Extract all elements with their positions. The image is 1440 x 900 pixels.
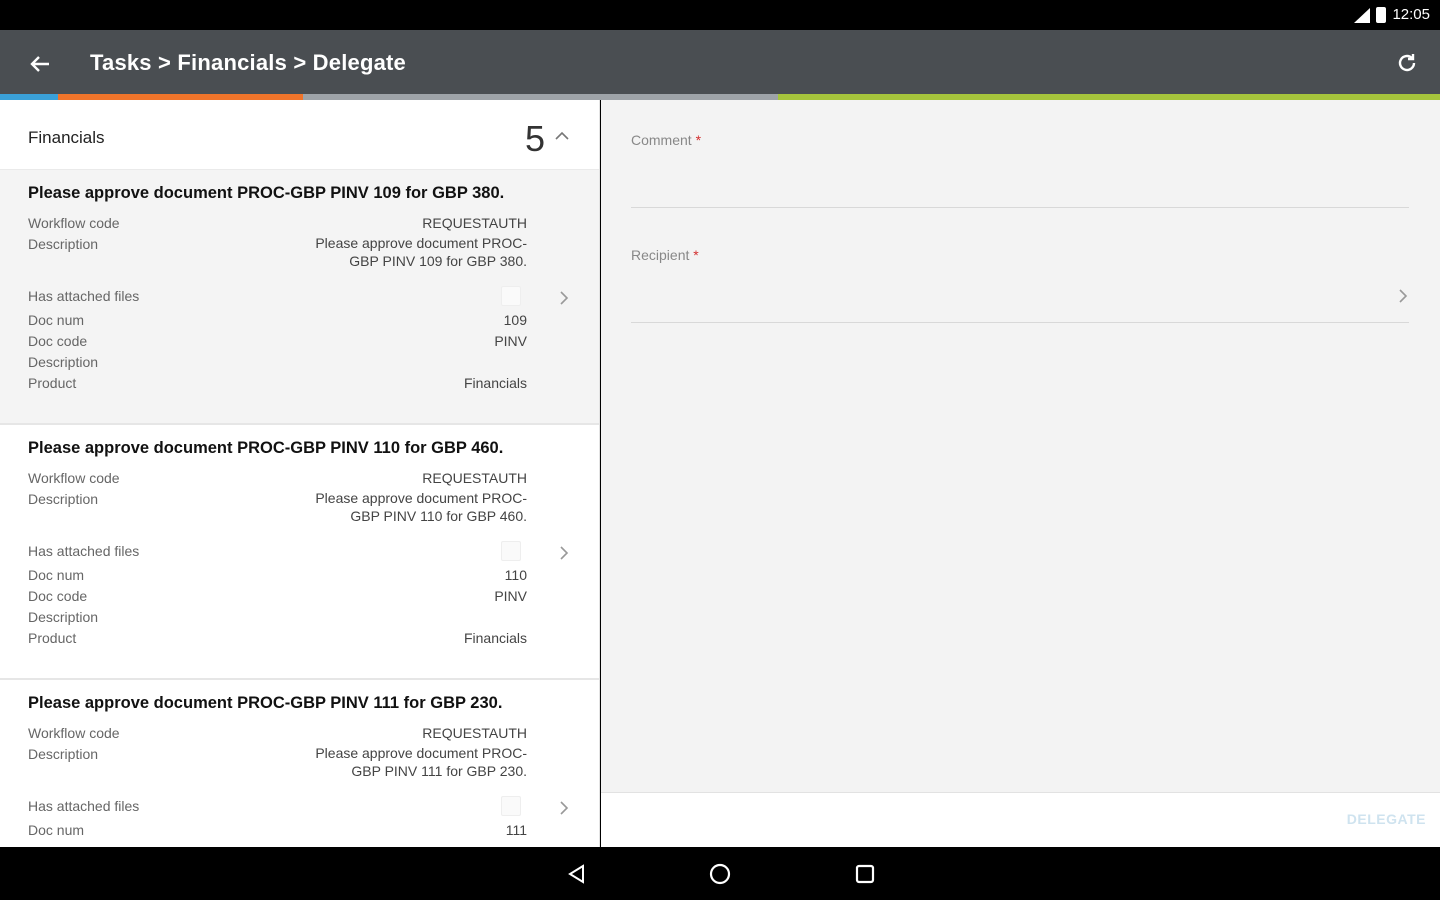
battery-icon [1376, 6, 1387, 23]
workflow-code-value: REQUESTAUTH [422, 470, 527, 486]
attached-files-checkbox [501, 796, 521, 816]
doc-code-value: PINV [494, 333, 527, 349]
field-label: Doc num [28, 822, 85, 838]
task-card[interactable]: Please approve document PROC-GBP PINV 11… [0, 680, 599, 847]
task-title: Please approve document PROC-GBP PINV 11… [28, 694, 503, 712]
required-mark: * [693, 247, 699, 263]
refresh-icon[interactable] [1392, 48, 1422, 78]
field-label: Product [28, 630, 77, 646]
field-label: Description [28, 609, 99, 625]
breadcrumb-title: Tasks > Financials > Delegate [90, 50, 406, 75]
workflow-code-value: REQUESTAUTH [422, 725, 527, 741]
signal-icon [1352, 7, 1371, 23]
workflow-code-row: Workflow code REQUESTAUTH [28, 723, 527, 744]
doc-code-row: Doc code PINV [28, 586, 527, 607]
status-icons: 12:05 [1352, 6, 1430, 23]
field-label: Product [28, 375, 77, 391]
task-list-pane: Financials 5 Please approve document PRO… [0, 100, 600, 847]
field-label: Doc num [28, 567, 85, 583]
group-header[interactable]: Financials 5 [0, 100, 599, 170]
attached-files-row: Has attached files [28, 792, 527, 820]
status-time: 12:05 [1392, 6, 1430, 23]
comment-underline [631, 207, 1409, 208]
recipient-label: Recipient * [631, 247, 699, 263]
description2-row: Description [28, 607, 527, 628]
field-label: Doc code [28, 588, 88, 604]
doc-num-value: 111 [505, 822, 527, 838]
task-title: Please approve document PROC-GBP PINV 11… [28, 439, 504, 457]
workflow-code-value: REQUESTAUTH [422, 215, 527, 231]
field-label: Description [28, 491, 99, 507]
field-label: Has attached files [28, 287, 140, 304]
product-row: Product Financials [28, 628, 527, 649]
task-card[interactable]: Please approve document PROC-GBP PINV 10… [0, 170, 599, 425]
doc-num-row: Doc num 109 [28, 310, 527, 331]
field-label: Description [28, 746, 99, 762]
recents-square-icon[interactable] [850, 859, 880, 889]
home-circle-icon[interactable] [705, 859, 735, 889]
delegate-form: Comment * Recipient * [601, 100, 1440, 792]
chevron-right-icon[interactable] [559, 286, 569, 312]
delegate-button[interactable]: DELEGATE [1347, 811, 1426, 827]
chevron-right-icon[interactable] [559, 796, 569, 822]
product-value: Financials [463, 630, 527, 646]
doc-num-row: Doc num 110 [28, 565, 527, 586]
workflow-code-row: Workflow code REQUESTAUTH [28, 468, 527, 489]
description2-row: Description [28, 352, 527, 373]
doc-num-value: 110 [504, 567, 527, 583]
field-label: Has attached files [28, 797, 140, 814]
attached-files-checkbox [501, 286, 521, 306]
action-bar: DELEGATE [601, 792, 1440, 847]
description-row: Description Please approve document PROC-… [28, 234, 527, 270]
field-label: Doc num [28, 312, 85, 328]
doc-num-value: 109 [503, 312, 527, 328]
chevron-right-icon[interactable] [1398, 284, 1408, 310]
recipient-underline [631, 322, 1409, 323]
description-value: Please approve document PROC-GBP PINV 11… [315, 745, 527, 779]
field-label: Has attached files [28, 542, 140, 559]
field-label: Workflow code [28, 215, 120, 231]
workflow-code-row: Workflow code REQUESTAUTH [28, 213, 527, 234]
doc-code-row: Doc code PINV [28, 331, 527, 352]
group-count: 5 [524, 118, 545, 159]
recipient-selector[interactable] [631, 270, 1409, 320]
required-mark: * [695, 132, 702, 148]
description-value: Please approve document PROC-GBP PINV 10… [315, 235, 527, 269]
product-value: Financials [463, 375, 527, 391]
attached-files-checkbox [501, 541, 521, 561]
comment-label: Comment * [631, 132, 702, 148]
comment-input[interactable] [631, 156, 1409, 206]
attached-files-row: Has attached files [28, 282, 527, 310]
product-row: Product Financials [28, 373, 527, 394]
description-row: Description Please approve document PROC-… [28, 489, 527, 525]
description-value: Please approve document PROC-GBP PINV 11… [315, 490, 527, 524]
doc-num-row: Doc num 111 [28, 820, 527, 841]
field-label: Workflow code [28, 725, 120, 741]
field-label: Workflow code [28, 470, 120, 486]
app-bar: Tasks > Financials > Delegate [0, 30, 1440, 96]
chevron-right-icon[interactable] [559, 541, 569, 567]
group-title: Financials [28, 128, 105, 147]
attached-files-row: Has attached files [28, 537, 527, 565]
back-triangle-icon[interactable] [561, 859, 591, 889]
back-arrow-icon[interactable] [22, 46, 58, 82]
doc-code-value: PINV [494, 588, 527, 604]
status-bar: 12:05 [0, 0, 1440, 30]
description-row: Description Please approve document PROC-… [28, 744, 527, 780]
chevron-up-icon[interactable] [555, 128, 569, 146]
task-card[interactable]: Please approve document PROC-GBP PINV 11… [0, 425, 599, 680]
field-label: Description [28, 354, 99, 370]
task-title: Please approve document PROC-GBP PINV 10… [28, 184, 505, 202]
field-label: Doc code [28, 333, 88, 349]
system-nav-bar [0, 847, 1440, 900]
field-label: Description [28, 236, 99, 252]
